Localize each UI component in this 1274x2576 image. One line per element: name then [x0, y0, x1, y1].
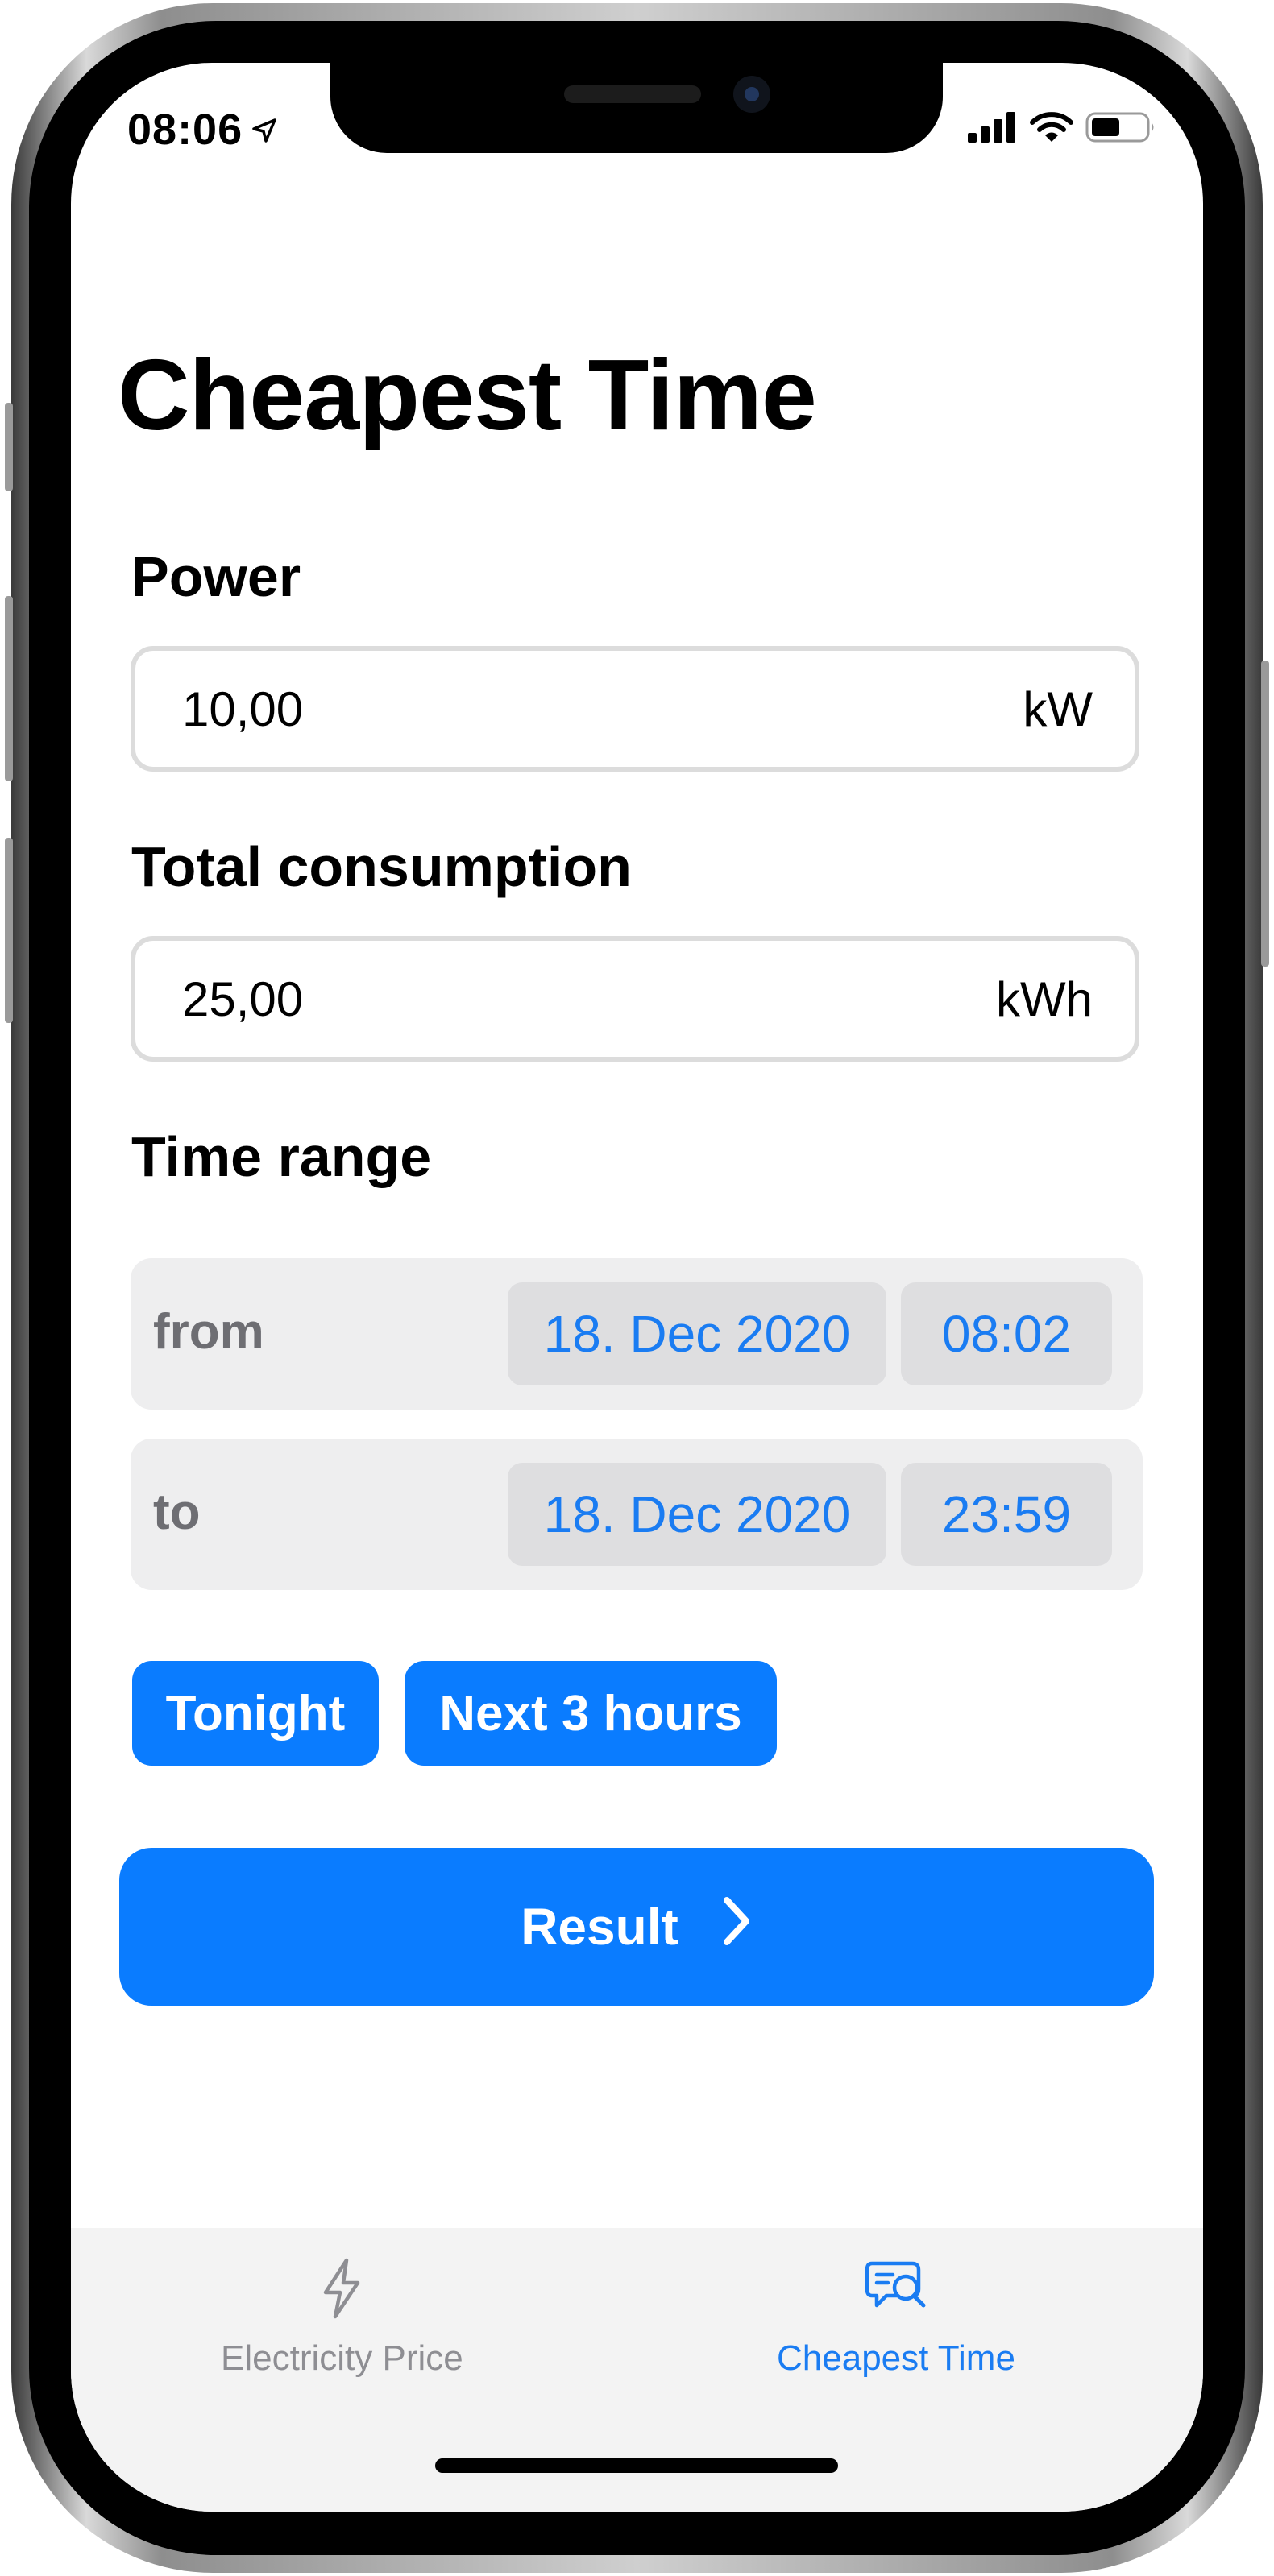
chevron-right-icon — [720, 1895, 753, 1959]
power-label: Power — [131, 545, 301, 608]
wifi-icon — [1029, 111, 1074, 147]
result-button-label: Result — [521, 1898, 678, 1956]
consumption-field[interactable]: 25,00 kWh — [131, 936, 1139, 1062]
volume-down-button — [5, 838, 13, 1023]
consumption-label: Total consumption — [131, 835, 632, 898]
power-field[interactable]: 10,00 kW — [131, 646, 1139, 772]
power-button — [1261, 661, 1269, 967]
consumption-unit: kWh — [996, 971, 1093, 1026]
tab-cheapest-time-label: Cheapest Time — [777, 2338, 1015, 2378]
power-value: 10,00 — [182, 681, 304, 736]
tab-electricity-price[interactable]: Electricity Price — [221, 2257, 463, 2379]
time-range-label: Time range — [131, 1125, 432, 1188]
location-arrow-icon — [251, 105, 278, 155]
search-message-icon — [864, 2257, 928, 2324]
from-row: from 18. Dec 2020 08:02 — [131, 1258, 1143, 1410]
to-time-picker[interactable]: 23:59 — [901, 1463, 1112, 1566]
speaker-grille — [564, 85, 701, 103]
battery-icon — [1085, 111, 1156, 147]
tonight-button[interactable]: Tonight — [132, 1661, 379, 1766]
notch — [330, 63, 943, 153]
tab-electricity-price-label: Electricity Price — [221, 2338, 463, 2378]
from-date-picker[interactable]: 18. Dec 2020 — [508, 1282, 886, 1385]
tab-cheapest-time[interactable]: Cheapest Time — [777, 2257, 1015, 2379]
from-label: from — [153, 1304, 264, 1360]
status-bar-icons — [968, 111, 1156, 147]
tab-bar: Electricity Price Cheapest Time — [71, 2228, 1203, 2512]
silent-switch — [5, 403, 13, 491]
consumption-value: 25,00 — [182, 971, 304, 1026]
to-label: to — [153, 1485, 201, 1540]
to-date-picker[interactable]: 18. Dec 2020 — [508, 1463, 886, 1566]
lightning-bolt-icon — [317, 2257, 366, 2324]
camera-icon — [733, 76, 770, 113]
result-button[interactable]: Result — [119, 1848, 1154, 2006]
status-time-text: 08:06 — [127, 106, 243, 154]
page-title: Cheapest Time — [118, 340, 817, 451]
volume-up-button — [5, 596, 13, 781]
to-row: to 18. Dec 2020 23:59 — [131, 1439, 1143, 1590]
power-unit: kW — [1023, 681, 1093, 736]
app-screen: 08:06 Cheapest Time Power 10,00 kW Total… — [71, 63, 1203, 2512]
home-indicator[interactable] — [435, 2458, 838, 2473]
status-bar-time: 08:06 — [127, 105, 278, 155]
next-3-hours-button[interactable]: Next 3 hours — [405, 1661, 777, 1766]
from-time-picker[interactable]: 08:02 — [901, 1282, 1112, 1385]
cellular-signal-icon — [968, 112, 1018, 147]
